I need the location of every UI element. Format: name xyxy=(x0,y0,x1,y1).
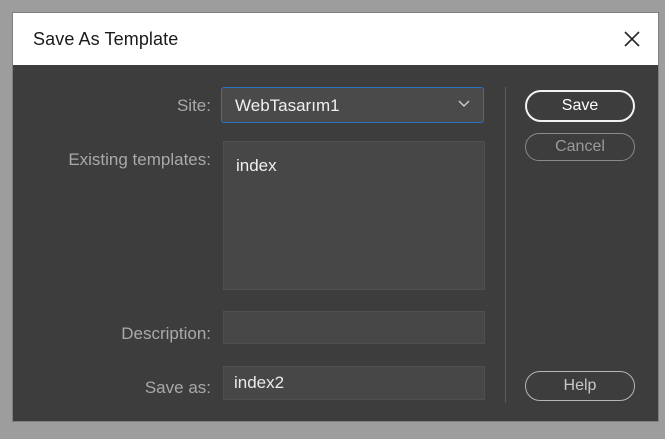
existing-templates-list[interactable]: index xyxy=(223,141,485,290)
close-icon xyxy=(624,31,640,47)
description-label: Description: xyxy=(121,324,211,343)
help-button[interactable]: Help xyxy=(525,371,635,401)
existing-templates-label: Existing templates: xyxy=(68,150,211,169)
save-button[interactable]: Save xyxy=(525,90,635,122)
vertical-divider xyxy=(505,87,506,403)
save-as-label: Save as: xyxy=(144,378,211,397)
dialog-title: Save As Template xyxy=(33,29,179,49)
title-bar: Save As Template xyxy=(13,13,658,65)
save-as-template-dialog: Save As Template Site: WebTasarım1 Exist… xyxy=(13,13,658,421)
close-button[interactable] xyxy=(606,13,658,65)
chevron-down-icon xyxy=(458,100,470,107)
site-select-value: WebTasarım1 xyxy=(235,96,340,115)
list-item[interactable]: index xyxy=(236,156,277,176)
site-label: Site: xyxy=(176,96,211,115)
cancel-button[interactable]: Cancel xyxy=(525,133,635,161)
save-as-input[interactable] xyxy=(223,366,485,400)
site-select[interactable]: WebTasarım1 xyxy=(221,87,484,123)
description-input[interactable] xyxy=(223,311,485,344)
